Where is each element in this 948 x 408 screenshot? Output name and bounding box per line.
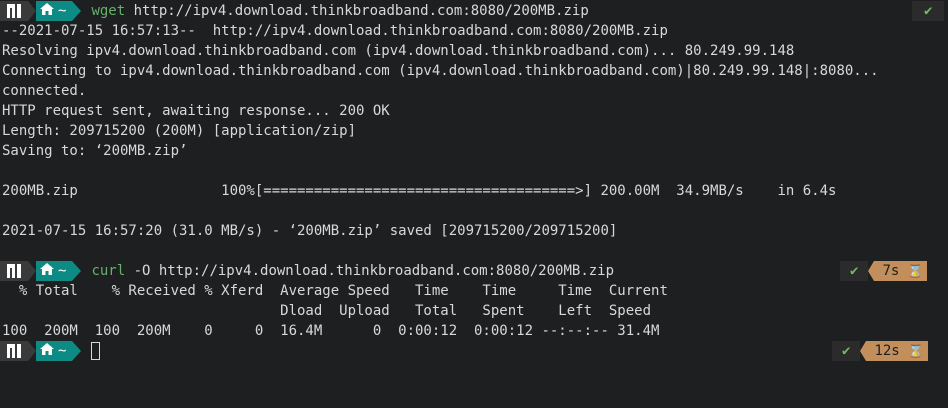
elapsed-time: 7s (882, 263, 900, 279)
output-line: 2021-07-15 16:57:20 (31.0 MB/s) - ‘200MB… (2, 223, 618, 239)
os-segment (0, 1, 28, 21)
command-name: wget (91, 3, 126, 19)
check-icon: ✔ (832, 341, 861, 361)
home-icon (40, 263, 54, 279)
status-segment-2: ✔ 7s ⌛ (840, 261, 928, 281)
command-line: wget http://ipv4.download.thinkbroadband… (91, 3, 588, 19)
command-args: http://ipv4.download.thinkbroadband.com:… (133, 3, 589, 19)
output-line: Connecting to ipv4.download.thinkbroadba… (2, 63, 879, 79)
output-line: Length: 209715200 (200M) [application/zi… (2, 123, 357, 139)
elapsed-time-badge: 12s ⌛ (866, 341, 928, 361)
segment-separator (72, 261, 82, 281)
manjaro-logo-icon (7, 344, 21, 358)
status-segment-3: ✔ 12s ⌛ (832, 341, 928, 361)
command-args: -O http://ipv4.download.thinkbroadband.c… (133, 263, 615, 279)
command-line: curl -O http://ipv4.download.thinkbroadb… (91, 263, 614, 279)
os-segment (0, 341, 28, 361)
elapsed-time-badge: 7s ⌛ (874, 261, 928, 281)
prompt-3: ~ (0, 341, 101, 361)
segment-separator (28, 261, 36, 281)
directory-segment: ~ (36, 341, 73, 361)
output-line: connected. (2, 83, 87, 99)
progress-line: 200MB.zip 100%[=========================… (2, 183, 837, 199)
output-line: 100 200M 100 200M 0 0 16.4M 0 0:00:12 0:… (2, 323, 660, 339)
output-line: --2021-07-15 16:57:13-- http://ipv4.down… (2, 23, 668, 39)
directory-segment: ~ (36, 261, 73, 281)
output-line: Dload Upload Total Spent Left Speed (2, 303, 652, 319)
os-segment (0, 261, 28, 281)
output-line: % Total % Received % Xferd Average Speed… (2, 283, 668, 299)
segment-separator (28, 341, 36, 361)
prompt-1: ~ wget http://ipv4.download.thinkbroadba… (0, 1, 589, 21)
segment-separator (72, 1, 82, 21)
status-segment-1: ✔ (912, 1, 945, 21)
hourglass-icon: ⌛ (907, 343, 924, 359)
output-line: Resolving ipv4.download.thinkbroadband.c… (2, 43, 795, 59)
elapsed-time: 12s (874, 343, 900, 359)
prompt-2: ~ curl -O http://ipv4.download.thinkbroa… (0, 261, 614, 281)
text-cursor (91, 342, 101, 360)
output-line: Saving to: ‘200MB.zip’ (2, 143, 188, 159)
home-symbol: ~ (58, 343, 67, 359)
manjaro-logo-icon (7, 4, 21, 18)
terminal-window[interactable]: ~ wget http://ipv4.download.thinkbroadba… (0, 0, 948, 408)
home-symbol: ~ (58, 263, 67, 279)
directory-segment: ~ (36, 1, 73, 21)
check-icon: ✔ (840, 261, 869, 281)
output-line: HTTP request sent, awaiting response... … (2, 103, 390, 119)
home-icon (40, 343, 54, 359)
check-icon: ✔ (912, 1, 945, 21)
manjaro-logo-icon (7, 264, 21, 278)
command-input[interactable] (91, 342, 101, 360)
hourglass-icon: ⌛ (907, 263, 924, 279)
segment-separator (28, 1, 36, 21)
segment-separator (72, 341, 82, 361)
home-icon (40, 3, 54, 19)
home-symbol: ~ (58, 3, 67, 19)
command-name: curl (91, 263, 126, 279)
